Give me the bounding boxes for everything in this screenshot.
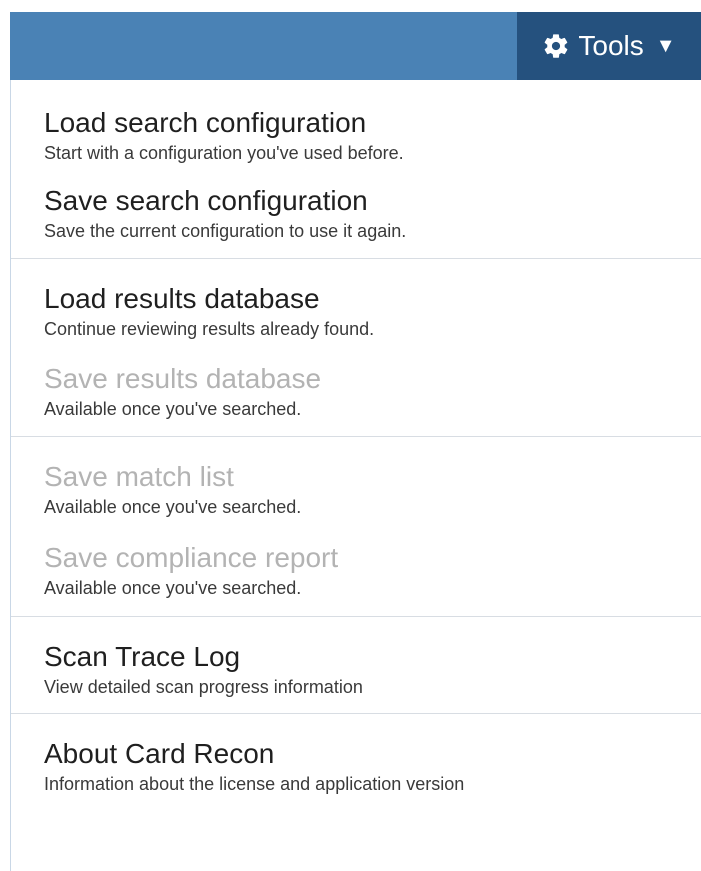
menu-item-title: Save match list — [44, 461, 234, 492]
tools-button[interactable]: Tools ▼ — [517, 12, 701, 80]
menu-item-description: View detailed scan progress information — [44, 677, 363, 697]
gear-icon — [545, 34, 568, 58]
menu-item-save-results-database: Save results database Available once you… — [11, 361, 701, 421]
menu-item-description: Available once you've searched. — [44, 399, 302, 419]
menu-item-description: Information about the license and applic… — [44, 774, 465, 794]
menu-item-title: Load results database — [44, 283, 320, 314]
menu-item-description: Available once you've searched. — [44, 497, 302, 517]
menu-item-title: Load search configuration — [44, 107, 367, 138]
menu-item-load-results-database[interactable]: Load results database Continue reviewing… — [11, 281, 701, 341]
menu-item-title: Scan Trace Log — [44, 641, 241, 672]
menu-item-title: Save search configuration — [44, 185, 368, 216]
header-bar: Tools ▼ — [0, 0, 701, 80]
menu-item-about-card-recon[interactable]: About Card Recon Information about the l… — [11, 736, 701, 796]
menu-item-title: Save results database — [44, 363, 322, 394]
menu-item-description: Save the current configuration to use it… — [44, 221, 407, 241]
menu-item-title: About Card Recon — [44, 738, 275, 769]
menu-item-title: Save compliance report — [44, 542, 339, 573]
tools-dropdown-menu: Load search configuration Start with a c… — [10, 80, 701, 871]
caret-down-icon: ▼ — [655, 34, 676, 57]
menu-item-save-compliance-report: Save compliance report Available once yo… — [11, 540, 701, 600]
menu-item-save-match-list: Save match list Available once you've se… — [11, 459, 701, 519]
menu-item-description: Available once you've searched. — [44, 578, 302, 598]
tools-label: Tools — [578, 30, 644, 61]
header-strip: Tools ▼ — [10, 12, 701, 80]
menu-item-load-search-configuration[interactable]: Load search configuration Start with a c… — [11, 105, 701, 165]
tools-menu-window: Tools ▼ Load search configuration Start … — [0, 0, 701, 871]
menu-item-scan-trace-log[interactable]: Scan Trace Log View detailed scan progre… — [11, 639, 701, 699]
menu-item-description: Continue reviewing results already found… — [44, 319, 375, 339]
menu-item-save-search-configuration[interactable]: Save search configuration Save the curre… — [11, 183, 701, 243]
menu-item-description: Start with a configuration you've used b… — [44, 143, 404, 163]
